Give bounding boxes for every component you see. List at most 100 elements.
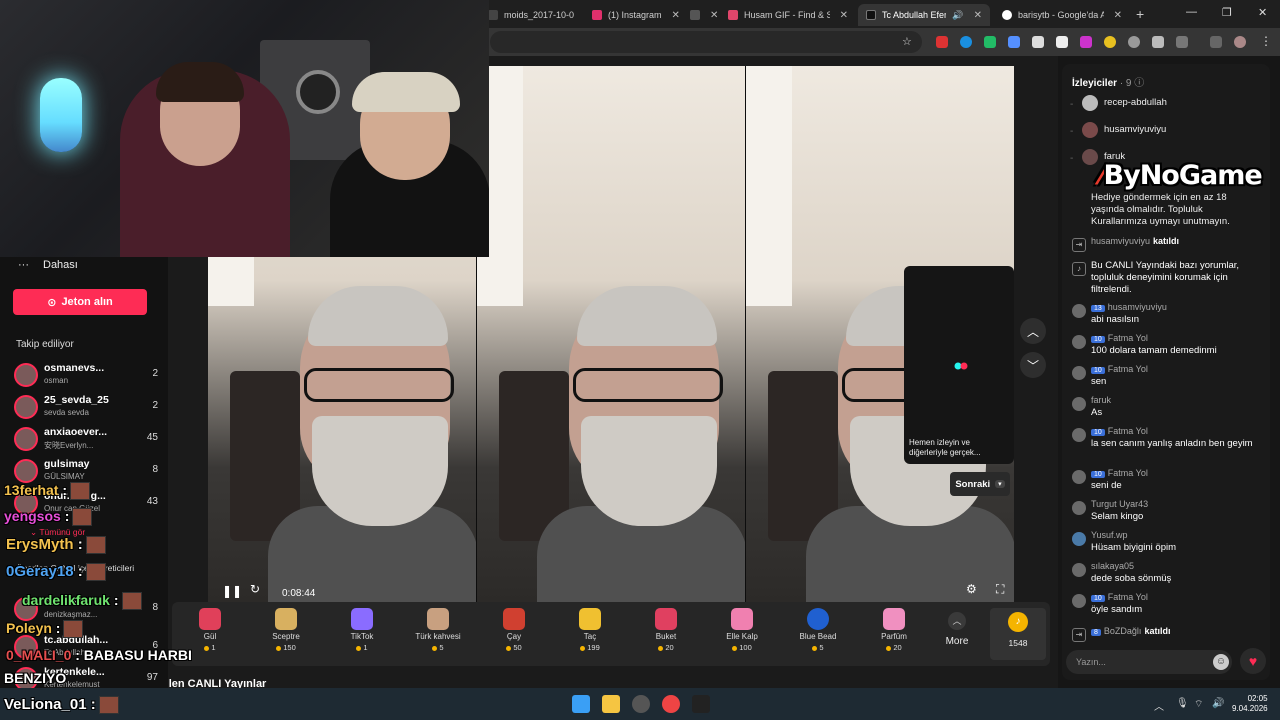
new-tab-button[interactable]: +	[1136, 6, 1144, 22]
chat-user[interactable]: Fatma Yol	[1108, 426, 1148, 436]
browser-tab[interactable]: moids_2017-10-0 ✕	[480, 4, 582, 26]
browser-tab-active[interactable]: Tc Abdullah Efendi (@ 🔊 ✕	[858, 4, 990, 26]
previous-stream-button[interactable]: ︿	[1020, 318, 1046, 344]
gift-item[interactable]: Türk kahvesi 5	[400, 606, 476, 662]
gift-name: Buket	[655, 632, 677, 641]
gift-item[interactable]: Blue Bead 5	[780, 606, 856, 662]
system-clock[interactable]: 02:05 9.04.2026	[1232, 694, 1268, 714]
avatar	[1082, 122, 1098, 138]
viewer-item[interactable]: - recep-abdullah	[1070, 95, 1260, 117]
gift-item[interactable]: Çay 50	[476, 606, 552, 662]
restore-button[interactable]: ❐	[1222, 6, 1232, 19]
chat-user[interactable]: Fatma Yol	[1108, 592, 1148, 602]
following-item[interactable]: gulsimay GÜLSIMAY 8	[14, 457, 158, 485]
settings-icon[interactable]: ⚙	[966, 582, 977, 596]
obs-icon[interactable]	[632, 695, 650, 713]
more-menu-item[interactable]: ··· Dahası	[18, 259, 78, 271]
puzzle-icon[interactable]	[1176, 36, 1188, 48]
avatar	[1072, 532, 1086, 546]
profile-avatar[interactable]	[1234, 36, 1246, 48]
extension-icon[interactable]	[1080, 36, 1092, 48]
chevron-up-icon[interactable]: ︿	[1154, 698, 1164, 713]
chrome-icon[interactable]	[662, 695, 680, 713]
avatar	[1072, 304, 1086, 318]
close-icon[interactable]: ✕	[840, 10, 848, 21]
chat-user[interactable]: Yusuf.wp	[1091, 530, 1128, 540]
volume-icon[interactable]: 🔊	[1212, 698, 1224, 709]
mic-icon[interactable]: 🎙	[1176, 698, 1189, 709]
close-icon[interactable]: ✕	[1114, 10, 1122, 21]
playlist-icon[interactable]	[1210, 36, 1222, 48]
chat-user[interactable]: Fatma Yol	[1108, 468, 1148, 478]
menu-icon[interactable]: ⋮	[1260, 34, 1272, 48]
get-coins-button[interactable]: ⊙ Jeton alın	[13, 289, 147, 315]
gift-item[interactable]: Buket 20	[628, 606, 704, 662]
close-window-button[interactable]: ✕	[1258, 6, 1267, 19]
viewers-title: İzleyiciler	[1072, 78, 1118, 89]
join-icon: ⇥	[1072, 238, 1086, 252]
extension-icon[interactable]	[1104, 36, 1116, 48]
chat-user[interactable]: Fatma Yol	[1108, 333, 1148, 343]
more-gifts-label: More	[945, 636, 969, 647]
windows-start-icon[interactable]	[572, 695, 590, 713]
minimize-button[interactable]: —	[1186, 6, 1197, 18]
chat-user[interactable]: Fatma Yol	[1108, 364, 1148, 374]
following-item[interactable]: 25_sevda_25 sevda sevda 2	[14, 393, 158, 421]
gift-item[interactable]: Sceptre 150	[248, 606, 324, 662]
next-button[interactable]: Sonraki ▾	[950, 472, 1010, 496]
browser-tab[interactable]: (1) Instagram ✕	[584, 4, 680, 26]
coin-balance[interactable]: ♪ 1548	[990, 608, 1046, 660]
chat-user[interactable]: Turgut Uyar43	[1091, 499, 1148, 509]
shield-icon[interactable]	[1152, 36, 1164, 48]
fullscreen-icon[interactable]: ⛶	[996, 582, 1004, 597]
overlay-user: Poleyn	[6, 620, 52, 636]
pause-icon[interactable]: ❚❚	[222, 584, 242, 598]
audio-icon: 🔊	[952, 9, 964, 20]
more-gifts-button[interactable]: ︿ More	[932, 612, 982, 647]
chat-user[interactable]: sılakaya05	[1091, 561, 1134, 571]
gift-item[interactable]: Elle Kalp 100	[704, 606, 780, 662]
refresh-icon[interactable]: ↻	[250, 582, 260, 596]
gift-item[interactable]: Parfüm 20	[856, 606, 932, 662]
browser-tab[interactable]: ✕	[682, 4, 718, 26]
close-icon[interactable]: ✕	[672, 10, 680, 21]
url-input[interactable]	[490, 31, 922, 53]
following-item[interactable]: anxiaoever... 安晓Everlyn... 45	[14, 425, 158, 453]
chat-input[interactable]: Yazın...	[1066, 650, 1232, 674]
gift-item[interactable]: Taç 199	[552, 606, 628, 662]
terminal-icon[interactable]	[692, 695, 710, 713]
extension-icon[interactable]	[1128, 36, 1140, 48]
info-icon[interactable]: ⓘ	[1134, 78, 1144, 89]
get-coins-label: Jeton alın	[61, 296, 113, 308]
next-stream-button[interactable]: ﹀	[1020, 352, 1046, 378]
close-icon[interactable]: ✕	[710, 10, 718, 21]
clock-date: 9.04.2026	[1232, 704, 1268, 713]
like-button[interactable]: ♥	[1240, 648, 1266, 674]
viewer-item[interactable]: - husamviyuviyu	[1070, 122, 1260, 144]
following-name: osmanevs...	[44, 362, 105, 374]
close-icon[interactable]: ✕	[974, 10, 982, 21]
extension-icon[interactable]	[1008, 36, 1020, 48]
adblock-icon[interactable]	[936, 36, 948, 48]
bookmark-star-icon[interactable]: ☆	[902, 35, 912, 48]
extension-icon[interactable]	[960, 36, 972, 48]
chat-user[interactable]: husamviyuviyu	[1091, 236, 1150, 246]
emoji-icon[interactable]: ☺	[1213, 654, 1229, 670]
coin-icon: ⊙	[47, 296, 57, 309]
browser-tab[interactable]: barisytb - Google'da Ara ✕	[994, 4, 1130, 26]
chat-user[interactable]: faruk	[1091, 395, 1111, 405]
following-item[interactable]: osmanevs... osman 2	[14, 361, 158, 389]
browser-tab[interactable]: Husam GIF - Find & Share ✕	[720, 4, 856, 26]
chat-user[interactable]: BoZDağlı	[1104, 626, 1142, 636]
avatar	[1072, 470, 1086, 484]
overlay-user: BENZIYO	[4, 670, 67, 686]
next-stream-preview[interactable]: Hemen izleyin ve diğerleriyle gerçek...	[904, 266, 1014, 464]
file-explorer-icon[interactable]	[602, 695, 620, 713]
extension-icon[interactable]	[1032, 36, 1044, 48]
extension-icon[interactable]	[1056, 36, 1068, 48]
live-chat-panel: İzleyiciler · 9 ⓘ - recep-abdullah - husam…	[1062, 64, 1270, 680]
wifi-icon[interactable]: ⌔	[1194, 698, 1203, 711]
chat-user[interactable]: husamviyuviyu	[1108, 302, 1167, 312]
gift-item[interactable]: TikTok 1	[324, 606, 400, 662]
extension-icon[interactable]	[984, 36, 996, 48]
